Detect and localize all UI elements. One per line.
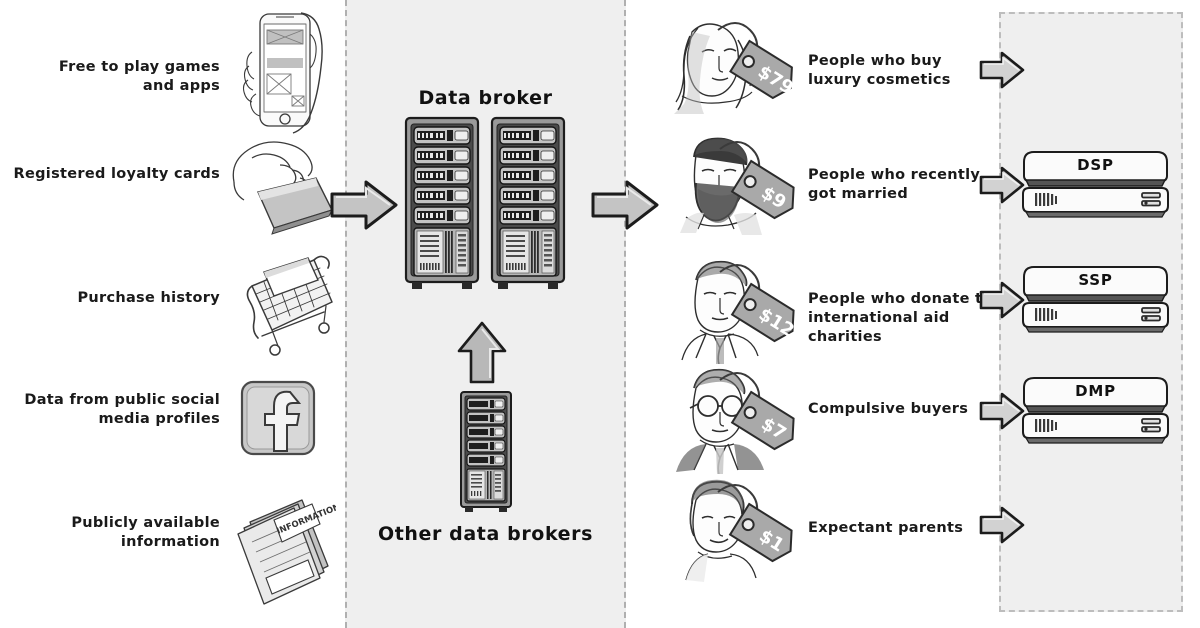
woman-long-hair-avatar: $79 bbox=[662, 18, 802, 120]
arrow-to-buyer-1 bbox=[978, 50, 1026, 90]
other-data-brokers-title: Other data brokers bbox=[377, 523, 594, 545]
bearded-man-avatar: $9 bbox=[662, 133, 802, 235]
shopping-cart-icon bbox=[238, 250, 338, 358]
server-rack-1 bbox=[404, 116, 480, 292]
appliance-label-ssp: SSP bbox=[1078, 271, 1113, 289]
man-with-glasses-avatar: $7 bbox=[662, 366, 802, 474]
appliance-ssp: SSP bbox=[1018, 261, 1173, 337]
smartphone-in-hand-icon bbox=[232, 12, 336, 138]
diagram-canvas: Free to play games and apps Registered l… bbox=[0, 0, 1200, 628]
server-rack-2 bbox=[490, 116, 566, 292]
data-broker-title: Data broker bbox=[418, 87, 553, 109]
hand-holding-card-icon bbox=[228, 140, 338, 238]
appliance-label-dsp: DSP bbox=[1077, 156, 1114, 174]
arrow-broker-to-segments bbox=[589, 178, 661, 232]
appliance-dmp: DMP bbox=[1018, 372, 1173, 448]
arrow-sources-to-broker bbox=[328, 178, 400, 232]
man-in-tie-avatar: $12 bbox=[662, 256, 802, 364]
source-label-public-info: Publicly available information bbox=[71, 515, 220, 551]
server-rack-other-brokers bbox=[459, 390, 513, 514]
arrow-to-buyer-5 bbox=[978, 505, 1026, 545]
source-label-loyalty-cards: Registered loyalty cards bbox=[13, 166, 220, 182]
source-label-purchase-history: Purchase history bbox=[77, 290, 220, 306]
facebook-icon bbox=[236, 376, 320, 460]
source-label-free-games: Free to play games and apps bbox=[58, 59, 220, 95]
appliance-dsp: DSP bbox=[1018, 146, 1173, 222]
source-label-social-media: Data from public social media profiles bbox=[24, 392, 220, 428]
information-documents-icon: INFORMATION bbox=[228, 494, 336, 606]
arrow-other-brokers-up bbox=[455, 320, 509, 386]
short-hair-person-avatar: $1 bbox=[662, 478, 802, 582]
appliance-label-dmp: DMP bbox=[1075, 382, 1116, 400]
